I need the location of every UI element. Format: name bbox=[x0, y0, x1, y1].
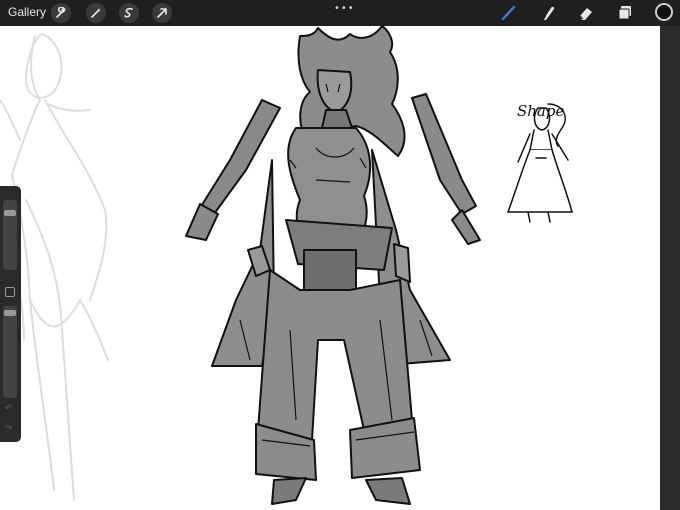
brush-opacity-thumb[interactable] bbox=[4, 310, 16, 316]
brush-icon[interactable] bbox=[498, 3, 520, 23]
brush-sidebar: ↶ ↷ bbox=[0, 186, 21, 442]
selection-icon[interactable] bbox=[119, 3, 139, 23]
brush-opacity-slider[interactable] bbox=[3, 306, 17, 398]
drag-handle[interactable]: ••• bbox=[334, 3, 355, 14]
smudge-icon[interactable] bbox=[537, 3, 559, 23]
modify-button[interactable] bbox=[5, 287, 15, 297]
drawing-canvas[interactable]: Shape bbox=[0, 26, 660, 510]
brush-size-slider[interactable] bbox=[3, 200, 17, 270]
gallery-button[interactable]: Gallery bbox=[8, 5, 46, 19]
eraser-icon[interactable] bbox=[575, 3, 597, 23]
layers-icon[interactable] bbox=[614, 3, 636, 23]
main-character-sketch bbox=[185, 26, 481, 505]
transform-arrow-icon[interactable] bbox=[152, 3, 172, 23]
canvas-edge-strip bbox=[660, 26, 680, 510]
color-picker-swatch[interactable] bbox=[655, 3, 673, 21]
undo-icon[interactable]: ↶ bbox=[5, 404, 13, 414]
wrench-icon[interactable] bbox=[51, 3, 71, 23]
redo-icon[interactable]: ↷ bbox=[5, 424, 13, 434]
thumbnail-character-sketch bbox=[506, 103, 573, 223]
brush-size-thumb[interactable] bbox=[4, 210, 16, 216]
magic-wand-icon[interactable] bbox=[86, 3, 106, 23]
sketch-artwork bbox=[0, 26, 573, 505]
top-toolbar: Gallery ••• bbox=[0, 0, 680, 26]
canvas-annotation-text: Shape bbox=[517, 102, 565, 120]
